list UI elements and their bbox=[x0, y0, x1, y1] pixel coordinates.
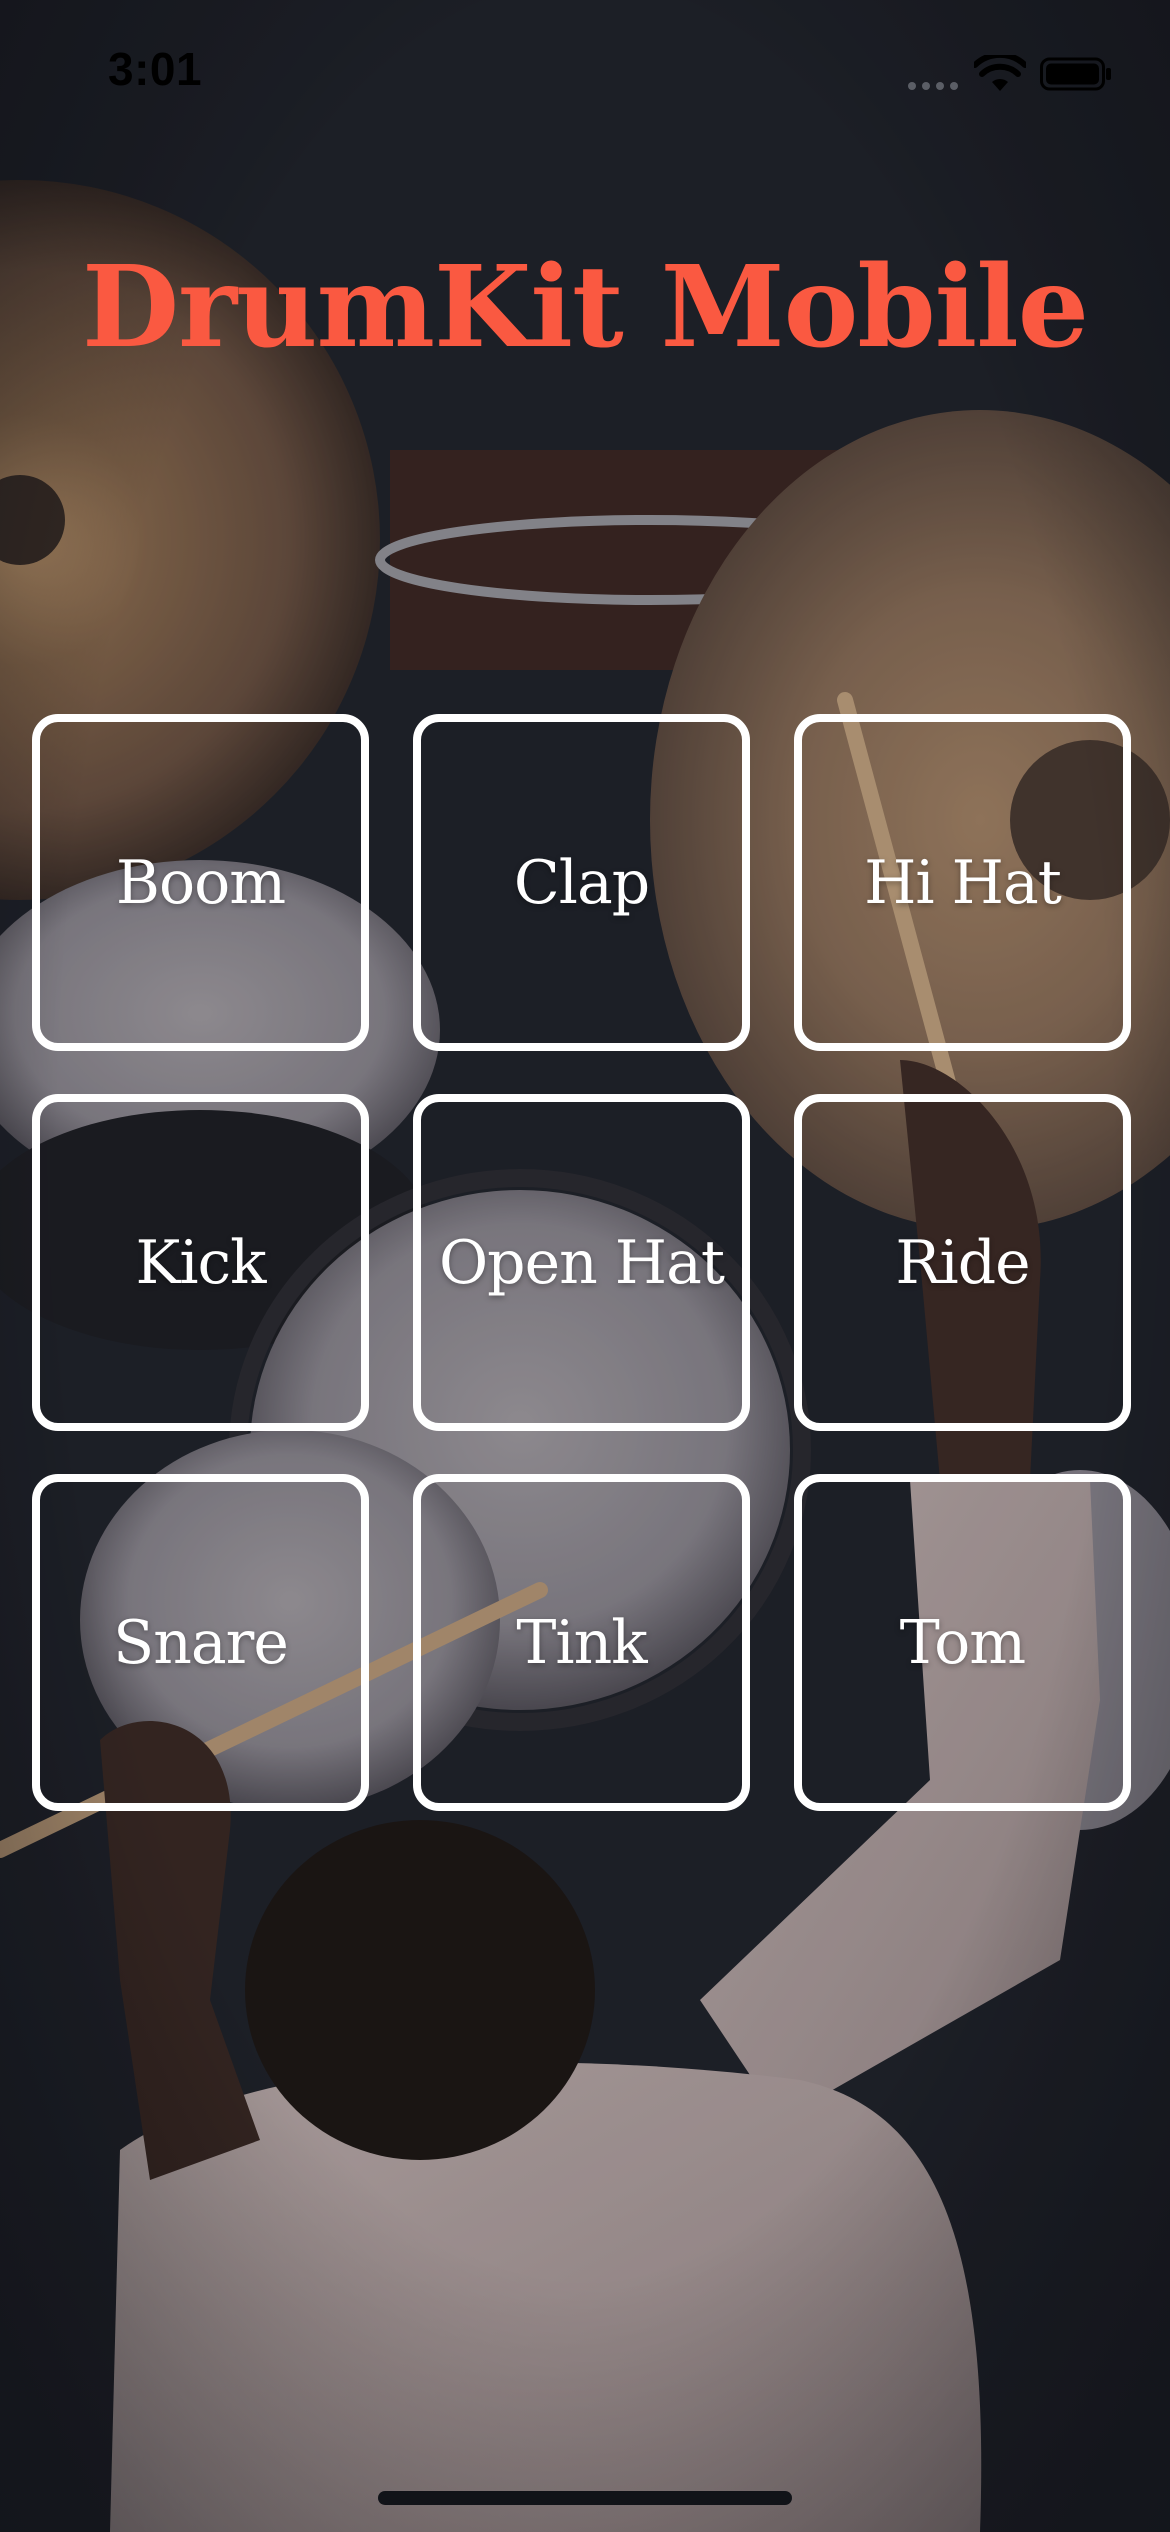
pad-label: Kick bbox=[135, 1227, 267, 1298]
pad-label: Open Hat bbox=[438, 1227, 725, 1298]
pad-open-hat[interactable]: Open Hat bbox=[413, 1094, 750, 1431]
pad-kick[interactable]: Kick bbox=[32, 1094, 369, 1431]
pad-label: Snare bbox=[113, 1607, 289, 1678]
pad-ride[interactable]: Ride bbox=[794, 1094, 1131, 1431]
pad-label: Ride bbox=[895, 1227, 1030, 1298]
pad-label: Tink bbox=[516, 1607, 647, 1678]
home-indicator[interactable] bbox=[378, 2491, 792, 2505]
pad-label: Hi Hat bbox=[864, 847, 1062, 918]
pad-boom[interactable]: Boom bbox=[32, 714, 369, 1051]
pad-label: Boom bbox=[115, 847, 286, 918]
pad-tink[interactable]: Tink bbox=[413, 1474, 750, 1811]
pad-label: Tom bbox=[899, 1607, 1026, 1678]
pad-snare[interactable]: Snare bbox=[32, 1474, 369, 1811]
pad-hi-hat[interactable]: Hi Hat bbox=[794, 714, 1131, 1051]
pad-clap[interactable]: Clap bbox=[413, 714, 750, 1051]
pad-tom[interactable]: Tom bbox=[794, 1474, 1131, 1811]
pad-label: Clap bbox=[513, 847, 650, 918]
drum-pad-grid: Boom Clap Hi Hat Kick Open Hat Ride Snar… bbox=[0, 0, 1170, 2532]
